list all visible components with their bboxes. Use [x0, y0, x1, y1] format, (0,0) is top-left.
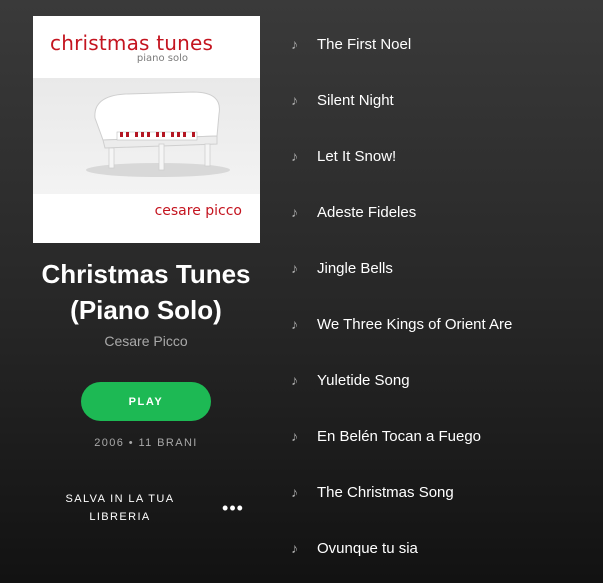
track-row[interactable]: ♪ Adeste Fideles: [288, 184, 603, 240]
music-note-icon: ♪: [291, 260, 298, 276]
album-title-line1: Christmas Tunes: [41, 259, 251, 289]
music-note-icon: ♪: [291, 204, 298, 220]
save-label-line2: LIBRERIA: [89, 511, 151, 523]
track-title: Ovunque tu sia: [317, 539, 418, 557]
piano-illustration: [86, 91, 230, 177]
album-panel: christmas tunes piano solo cesare picco …: [0, 0, 292, 583]
track-row[interactable]: ♪ The Christmas Song: [288, 464, 603, 520]
music-note-icon: ♪: [291, 540, 298, 556]
music-note-icon: ♪: [291, 148, 298, 164]
track-title: Jingle Bells: [317, 259, 393, 277]
cover-artist: cesare picco: [154, 203, 242, 219]
track-title: Silent Night: [317, 91, 394, 109]
music-note-icon: ♪: [291, 36, 298, 52]
cover-subtitle: piano solo: [136, 53, 188, 64]
track-list: ♪ The First Noel ♪ Silent Night ♪ Let It…: [288, 16, 603, 576]
track-title: Adeste Fideles: [317, 203, 417, 221]
music-note-icon: ♪: [291, 372, 298, 388]
save-label-line1: SALVA IN LA TUA: [65, 493, 175, 505]
track-title: Let It Snow!: [317, 147, 397, 165]
track-row[interactable]: ♪ Yuletide Song: [288, 352, 603, 408]
track-row[interactable]: ♪ Silent Night: [288, 72, 603, 128]
track-title: We Three Kings of Orient Are: [317, 315, 513, 333]
artist-link[interactable]: Cesare Picco: [0, 333, 292, 349]
music-note-icon: ♪: [291, 484, 298, 500]
track-row[interactable]: ♪ Let It Snow!: [288, 128, 603, 184]
music-note-icon: ♪: [291, 428, 298, 444]
track-row[interactable]: ♪ The First Noel: [288, 16, 603, 72]
cover-title: christmas tunes: [50, 31, 214, 55]
cover-piano-image: [33, 78, 260, 194]
album-title: Christmas Tunes (Piano Solo): [0, 256, 292, 328]
album-cover[interactable]: christmas tunes piano solo cesare picco: [33, 16, 260, 243]
music-note-icon: ♪: [291, 316, 298, 332]
save-to-library-button[interactable]: SALVA IN LA TUA LIBRERIA: [51, 490, 189, 526]
album-title-line2: (Piano Solo): [70, 295, 222, 325]
track-row[interactable]: ♪ En Belén Tocan a Fuego: [288, 408, 603, 464]
play-button[interactable]: PLAY: [81, 382, 211, 421]
album-meta: 2006 • 11 BRANI: [94, 437, 198, 449]
track-title: Yuletide Song: [317, 371, 410, 389]
track-row[interactable]: ♪ Jingle Bells: [288, 240, 603, 296]
music-note-icon: ♪: [291, 92, 298, 108]
track-title: The First Noel: [317, 35, 412, 53]
track-row[interactable]: ♪ We Three Kings of Orient Are: [288, 296, 603, 352]
track-title: The Christmas Song: [317, 483, 454, 501]
track-title: En Belén Tocan a Fuego: [317, 427, 482, 445]
more-options-icon[interactable]: •••: [218, 499, 248, 517]
track-row[interactable]: ♪ Ovunque tu sia: [288, 520, 603, 576]
